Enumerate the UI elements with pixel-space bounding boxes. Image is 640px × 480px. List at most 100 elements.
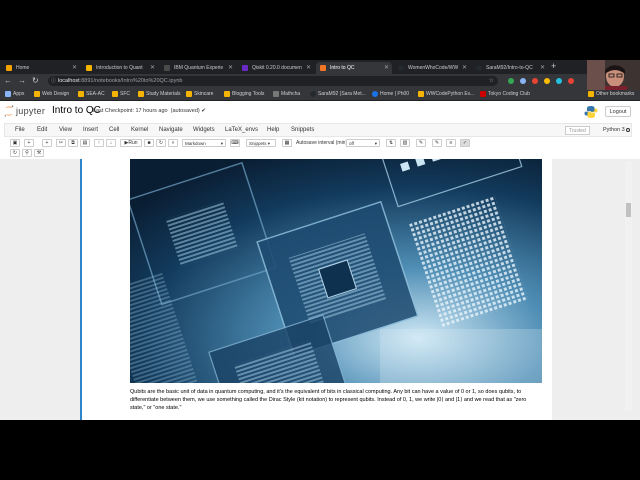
menu-snippets[interactable]: Snippets — [291, 127, 314, 133]
notebook-toolbar: ▣ + + ✂ ⧉ ▤ ↑ ↓ ▶Run ■ ↻ » Markdown ▾ ⌨ … — [4, 137, 632, 159]
tab-home[interactable]: Home ✕ — [2, 62, 80, 74]
close-tab-icon[interactable]: ✕ — [306, 64, 311, 71]
jupyter-logo-icon[interactable] — [4, 105, 14, 117]
bookmark-sfc[interactable]: SFC — [112, 91, 130, 97]
bookmarks-bar: Apps Web Design SEA-AC SFC Study Materia… — [0, 88, 640, 101]
close-tab-icon[interactable]: ✕ — [384, 64, 389, 71]
extension-icon[interactable] — [532, 78, 538, 84]
jupyter-logo-text[interactable]: jupyter — [16, 106, 45, 116]
new-tab-button[interactable]: + — [551, 61, 556, 71]
snippets-select[interactable]: Snippets ▾ — [246, 139, 276, 147]
chart-icon[interactable]: ▥ — [400, 139, 410, 147]
python-logo-icon — [584, 106, 598, 118]
snippets-label: Snippets — [249, 141, 267, 146]
tab-womenwhocode[interactable]: WomenWhoCode/WW ✕ — [394, 62, 470, 74]
bookmark-study-materials[interactable]: Study Materials — [138, 91, 180, 97]
menu-kernel[interactable]: Kernel — [131, 127, 148, 133]
move-up-icon[interactable]: ↑ — [94, 139, 104, 147]
tokyo-coding-icon — [480, 91, 486, 97]
bookmark-mathcha[interactable]: Mathcha — [273, 91, 300, 97]
toc-icon[interactable]: ≡ — [446, 139, 456, 147]
scrollbar-thumb[interactable] — [626, 203, 631, 217]
cut-icon[interactable]: ✂ — [56, 139, 66, 147]
bookmark-apps[interactable]: Apps — [5, 91, 24, 97]
close-tab-icon[interactable]: ✕ — [150, 64, 155, 71]
tab-qiskit-docs[interactable]: Qiskit 0.20.0 documen ✕ — [238, 62, 314, 74]
bookmark-tokyo-coding[interactable]: Tokyo Coding Club — [480, 91, 530, 97]
tab-label: Home — [16, 65, 30, 71]
menu-edit[interactable]: Edit — [37, 127, 47, 133]
restart-icon[interactable]: ↻ — [156, 139, 166, 147]
interrupt-icon[interactable]: ■ — [144, 139, 154, 147]
notebook-area: Qubits are the basic unit of data in qua… — [0, 159, 640, 420]
restart-run-icon[interactable]: » — [168, 139, 178, 147]
cell-type-select[interactable]: Markdown ▾ — [182, 139, 226, 147]
paste-icon[interactable]: ▤ — [80, 139, 90, 147]
qiskit-favicon-icon — [242, 65, 248, 71]
close-tab-icon[interactable]: ✕ — [462, 64, 467, 71]
menu-latex-envs[interactable]: LaTeX_envs — [225, 127, 258, 133]
url-input[interactable]: ⓘ localhost:8891/notebooks/Intro%20to%20… — [48, 76, 498, 86]
forward-arrow-icon[interactable]: → — [18, 76, 26, 85]
bookmark-skincare[interactable]: Skincare — [186, 91, 213, 97]
bookmark-saram92[interactable]: SaraM92 (Sara Met... — [310, 91, 366, 97]
menu-navigate[interactable]: Navigate — [159, 127, 183, 133]
menu-help[interactable]: Help — [267, 127, 279, 133]
reload-icon[interactable]: ↻ — [32, 76, 39, 85]
page-scrollbar[interactable] — [625, 161, 632, 411]
tab-sara-intro-qc[interactable]: SaraM92/Intro-to-QC ✕ — [472, 62, 548, 74]
tool-icon[interactable]: ✎ — [432, 139, 442, 147]
menu-cell[interactable]: Cell — [109, 127, 119, 133]
bookmark-blogging-tools[interactable]: Blogging Tools — [224, 91, 264, 97]
tab-intro-to-qc[interactable]: Intro to QC ✕ — [316, 62, 392, 74]
add-cell-icon[interactable]: + — [42, 139, 52, 147]
menu-insert[interactable]: Insert — [83, 127, 98, 133]
trusted-indicator[interactable]: Trusted — [565, 126, 590, 135]
copy-icon[interactable]: ⧉ — [68, 139, 78, 147]
pin-icon[interactable]: ⚲ — [22, 149, 32, 157]
refresh-icon[interactable]: ↻ — [10, 149, 20, 157]
cell-toolbar-icon[interactable]: ▦ — [282, 139, 292, 147]
list-icon[interactable]: ⇅ — [386, 139, 396, 147]
cell-type-value: Markdown — [185, 141, 206, 146]
run-button[interactable]: ▶Run — [120, 139, 142, 147]
extension-icon[interactable] — [568, 78, 574, 84]
save-icon[interactable]: ▣ — [10, 139, 20, 147]
bookmark-other[interactable]: Other bookmarks — [588, 91, 634, 97]
back-arrow-icon[interactable]: ← — [4, 76, 12, 85]
close-tab-icon[interactable]: ✕ — [540, 64, 545, 71]
folder-icon — [588, 91, 594, 97]
bookmark-web-design[interactable]: Web Design — [34, 91, 69, 97]
move-down-icon[interactable]: ↓ — [106, 139, 116, 147]
checkmark-icon: ✔ — [201, 108, 206, 114]
extension-icon[interactable] — [544, 78, 550, 84]
tab-ibm-quantum[interactable]: IBM Quantum Experie ✕ — [160, 62, 236, 74]
tab-intro-quant[interactable]: Introduction to Quant ✕ — [82, 62, 158, 74]
insert-cell-icon[interactable]: + — [24, 139, 34, 147]
autosave-interval-label: Autosave interval (min): — [296, 140, 349, 146]
extension-icon[interactable] — [520, 78, 526, 84]
settings-wrench-icon[interactable]: ⚒ — [34, 149, 44, 157]
menu-view[interactable]: View — [59, 127, 72, 133]
bookmark-wwcodepython[interactable]: WWCodePython Ev... — [418, 91, 474, 97]
tab-strip: Home ✕ Introduction to Quant ✕ IBM Quant… — [0, 60, 640, 74]
menu-widgets[interactable]: Widgets — [193, 127, 215, 133]
browser-window: Home ✕ Introduction to Quant ✕ IBM Quant… — [0, 60, 640, 420]
close-tab-icon[interactable]: ✕ — [72, 64, 77, 71]
keyboard-icon[interactable]: ⌨ — [230, 139, 240, 147]
autosave-interval-select[interactable]: off ▾ — [346, 139, 380, 147]
extension-icon[interactable] — [508, 78, 514, 84]
logout-button[interactable]: Logout — [605, 106, 631, 117]
extension-icon[interactable] — [556, 78, 562, 84]
check-toggle-icon[interactable]: ✓ — [460, 139, 470, 147]
bookmark-sea-ac[interactable]: SEA-AC — [78, 91, 105, 97]
menu-file[interactable]: File — [15, 127, 25, 133]
bookmark-home-ph00[interactable]: Home | Ph00 — [372, 91, 409, 97]
autosave-interval-value: off — [349, 141, 354, 146]
close-tab-icon[interactable]: ✕ — [228, 64, 233, 71]
github-favicon-icon — [476, 65, 482, 71]
wrench-icon[interactable]: ✎ — [416, 139, 426, 147]
folder-icon — [112, 91, 118, 97]
quantum-chip-image — [130, 159, 542, 383]
star-icon[interactable]: ☆ — [489, 77, 494, 84]
